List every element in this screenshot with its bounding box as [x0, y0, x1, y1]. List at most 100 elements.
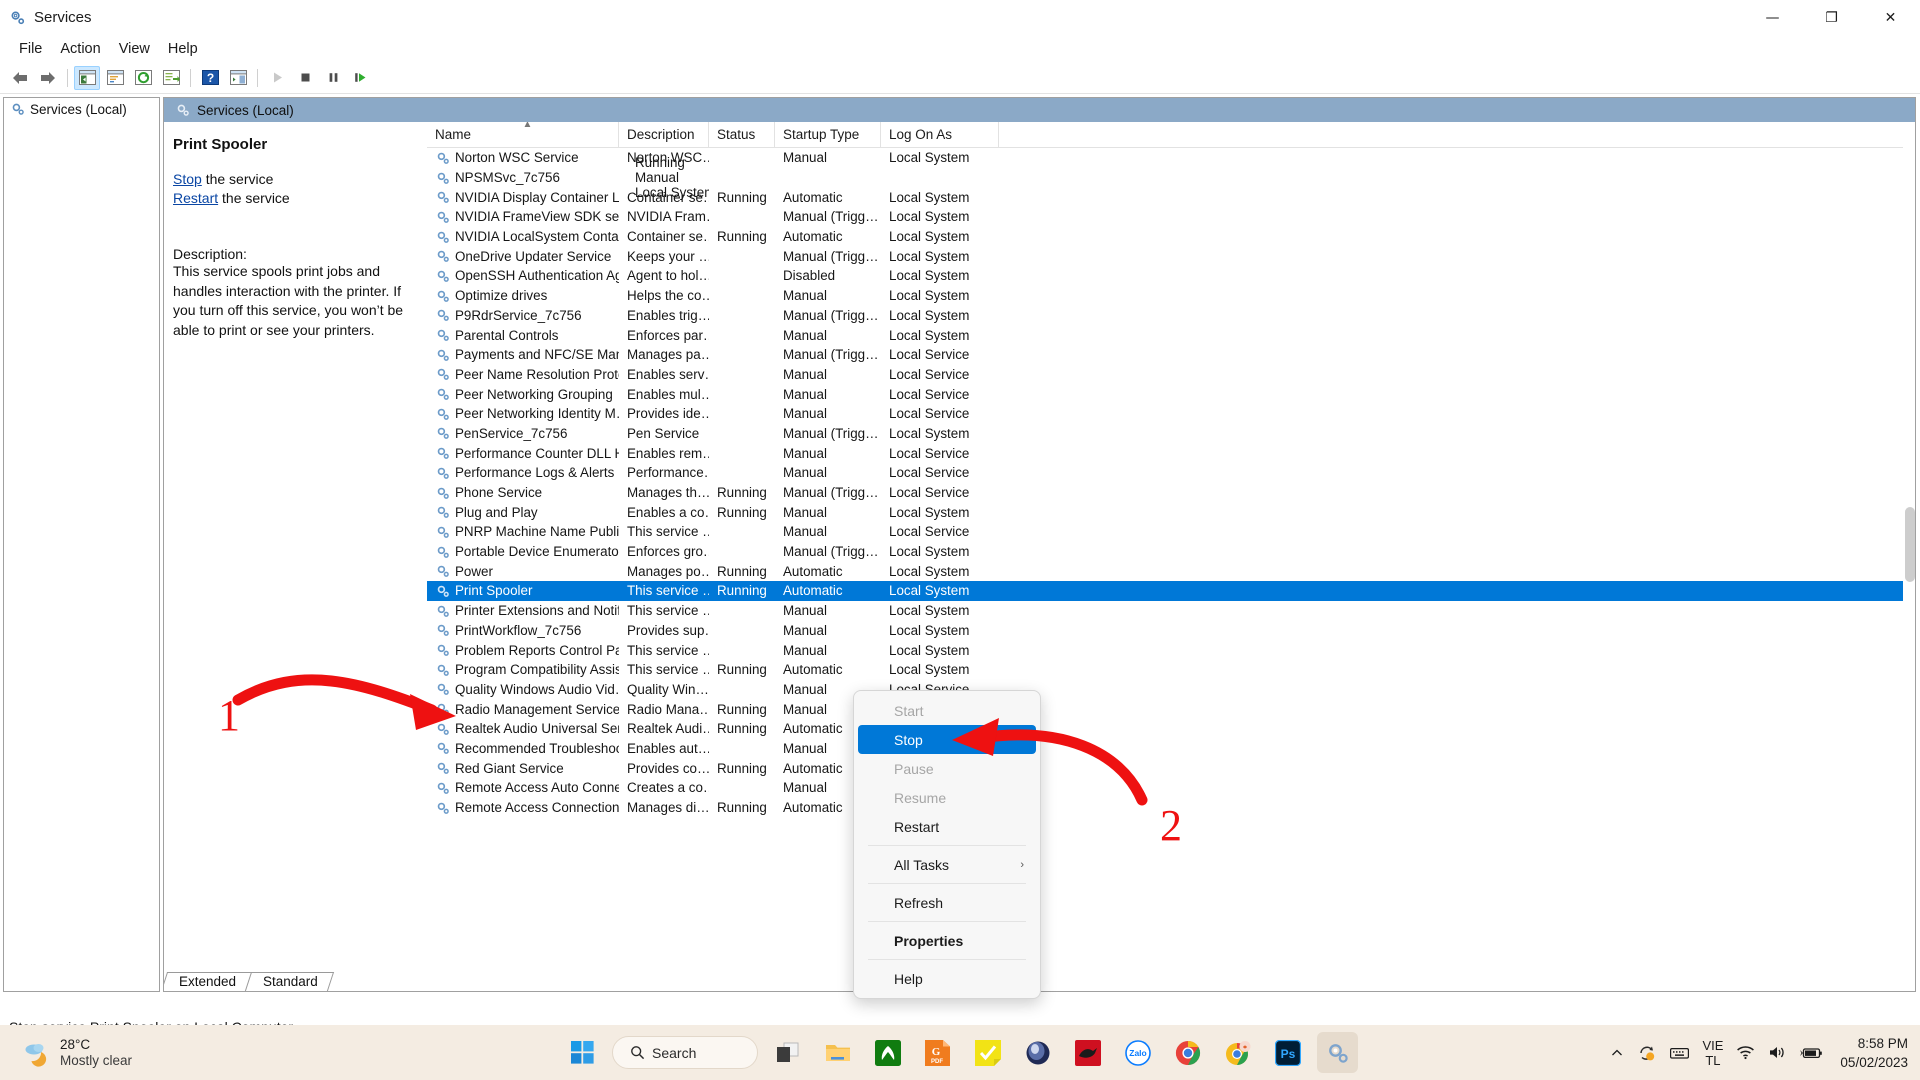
table-row[interactable]: Peer Name Resolution Proto… Enables serv……: [427, 365, 1915, 385]
table-row[interactable]: Radio Management Service Radio Mana… Runni…: [427, 699, 1915, 719]
context-menu-item-properties[interactable]: Properties: [858, 926, 1036, 955]
export-list-icon[interactable]: [158, 66, 184, 90]
table-row[interactable]: NVIDIA Display Container LS Container se……: [427, 187, 1915, 207]
chrome-profile-button[interactable]: [1217, 1032, 1258, 1073]
start-service-icon[interactable]: [264, 66, 290, 90]
menu-view[interactable]: View: [110, 39, 159, 59]
services-list-view[interactable]: ▲ Name Description Status Startup Type L…: [427, 122, 1915, 969]
back-arrow-icon[interactable]: [7, 66, 33, 90]
help-icon[interactable]: ?: [197, 66, 223, 90]
chevron-up-icon[interactable]: [1610, 1046, 1624, 1060]
zalo-button[interactable]: Zalo: [1117, 1032, 1158, 1073]
table-row[interactable]: Portable Device Enumerator … Enforces gro…: [427, 542, 1915, 562]
cell-name: OpenSSH Authentication Ag…: [427, 268, 619, 283]
stop-service-link[interactable]: Stop: [173, 171, 202, 187]
photoshop-button[interactable]: Ps: [1267, 1032, 1308, 1073]
menu-action[interactable]: Action: [51, 39, 109, 59]
column-header-status[interactable]: Status: [709, 122, 775, 147]
battery-charging-icon[interactable]: [1800, 1046, 1823, 1060]
gpdf-button[interactable]: G PDF: [917, 1032, 958, 1073]
column-header-name[interactable]: ▲ Name: [427, 122, 619, 147]
table-row[interactable]: Program Compatibility Assis… This service…: [427, 660, 1915, 680]
service-gear-icon: [437, 270, 449, 282]
table-row[interactable]: Printer Extensions and Notifi… This servi…: [427, 601, 1915, 621]
keyboard-icon[interactable]: [1670, 1046, 1690, 1060]
table-row[interactable]: Recommended Troubleshoo… Enables aut… Manu…: [427, 739, 1915, 759]
clock[interactable]: 8:58 PM 05/02/2023: [1840, 1034, 1908, 1072]
xbox-button[interactable]: [867, 1032, 908, 1073]
table-row[interactable]: Payments and NFC/SE Mana… Manages pa… Manu…: [427, 345, 1915, 365]
table-row[interactable]: Remote Access Auto Connec…Creates a co…M…: [427, 778, 1915, 798]
table-row[interactable]: PenService_7c756 Pen Service Manual (Trigg…: [427, 424, 1915, 444]
column-header-log-on-as[interactable]: Log On As: [881, 122, 999, 147]
menu-help[interactable]: Help: [159, 39, 207, 59]
pause-service-icon[interactable]: [320, 66, 346, 90]
show-hide-console-tree-icon[interactable]: [74, 65, 100, 90]
table-row[interactable]: Remote Access Connection … Manages di… Run…: [427, 798, 1915, 818]
taskbar: 28°C Mostly clear Search G PDF Zalo Ps V…: [0, 1025, 1920, 1080]
table-row[interactable]: PNRP Machine Name Public… This service … M…: [427, 522, 1915, 542]
wifi-icon[interactable]: [1736, 1045, 1755, 1060]
list-vertical-scrollbar[interactable]: [1903, 122, 1915, 969]
service-context-menu[interactable]: Start Stop Pause Resume Restart All Tasks › Ref…: [853, 690, 1041, 999]
context-menu-item-stop[interactable]: Stop: [858, 725, 1036, 754]
start-button[interactable]: [562, 1032, 603, 1073]
table-row[interactable]: Optimize drives Helps the co… Manual Local …: [427, 286, 1915, 306]
context-menu-item-restart[interactable]: Restart: [858, 812, 1036, 841]
forward-arrow-icon[interactable]: [35, 66, 61, 90]
language-indicator[interactable]: VIE TL: [1702, 1038, 1723, 1068]
cinema4d-button[interactable]: [1017, 1032, 1058, 1073]
file-explorer-button[interactable]: [817, 1032, 858, 1073]
table-row[interactable]: NPSMSvc_7c756 Running Manual Local System: [427, 155, 1915, 200]
table-row[interactable]: Realtek Audio Universal Serv… Realtek Aud…: [427, 719, 1915, 739]
show-hide-action-pane-icon[interactable]: [225, 66, 251, 90]
tab-extended[interactable]: Extended: [164, 972, 253, 991]
minimize-button[interactable]: —: [1743, 0, 1802, 36]
table-row[interactable]: Performance Logs & Alerts Performance… Man…: [427, 463, 1915, 483]
table-row[interactable]: Power Manages po… Running Automatic Local Sy…: [427, 561, 1915, 581]
services-taskbar-button[interactable]: [1317, 1032, 1358, 1073]
yellow-check-button[interactable]: [967, 1032, 1008, 1073]
restart-service-link[interactable]: Restart: [173, 190, 218, 206]
table-row[interactable]: Peer Networking Identity M… Provides ide……: [427, 404, 1915, 424]
cell-description: Manages th…: [627, 485, 709, 501]
taskbar-search[interactable]: Search: [612, 1036, 758, 1069]
table-row[interactable]: OneDrive Updater Service Keeps your … Manu…: [427, 246, 1915, 266]
chrome-button[interactable]: [1167, 1032, 1208, 1073]
context-menu-item-refresh[interactable]: Refresh: [858, 888, 1036, 917]
table-row[interactable]: Phone Service Manages th… Running Manual (T…: [427, 483, 1915, 503]
table-row-selected[interactable]: Print Spooler This service … Running Automa…: [427, 581, 1915, 601]
refresh-icon[interactable]: [130, 66, 156, 90]
table-row[interactable]: PrintWorkflow_7c756 Provides sup… Manual Lo…: [427, 621, 1915, 641]
table-row[interactable]: NVIDIA LocalSystem Contain… Container se……: [427, 227, 1915, 247]
menu-file[interactable]: File: [10, 39, 51, 59]
column-header-description[interactable]: Description: [619, 122, 709, 147]
table-row[interactable]: Quality Windows Audio Vid… Quality Win… Ma…: [427, 680, 1915, 700]
table-row[interactable]: OpenSSH Authentication Ag… Agent to hol… D…: [427, 266, 1915, 286]
task-view-button[interactable]: [767, 1032, 808, 1073]
table-row[interactable]: Peer Networking Grouping Enables mul… Manu…: [427, 384, 1915, 404]
context-menu-item-help[interactable]: Help: [858, 964, 1036, 993]
onedrive-sync-icon[interactable]: [1637, 1044, 1657, 1062]
speaker-icon[interactable]: [1768, 1045, 1787, 1060]
context-menu-item-all-tasks[interactable]: All Tasks ›: [858, 850, 1036, 879]
red-dragon-button[interactable]: [1067, 1032, 1108, 1073]
table-row[interactable]: Performance Counter DLL H… Enables rem… Ma…: [427, 443, 1915, 463]
restart-service-icon[interactable]: [348, 66, 374, 90]
scrollbar-thumb[interactable]: [1905, 507, 1915, 582]
column-header-startup-type[interactable]: Startup Type: [775, 122, 881, 147]
table-row[interactable]: Problem Reports Control Pa… This service …: [427, 640, 1915, 660]
tree-node-services-local[interactable]: Services (Local): [4, 98, 159, 120]
table-row[interactable]: Parental Controls Enforces par… Manual Loca…: [427, 325, 1915, 345]
maximize-button[interactable]: ❐: [1802, 0, 1861, 36]
stop-service-icon[interactable]: [292, 66, 318, 90]
table-row[interactable]: Plug and Play Enables a co… Running Manual L…: [427, 502, 1915, 522]
table-row[interactable]: NVIDIA FrameView SDK servi… NVIDIA Fram… M…: [427, 207, 1915, 227]
close-button[interactable]: ✕: [1861, 0, 1920, 36]
cell-log-on-as: Local Service: [889, 524, 970, 540]
properties-icon[interactable]: [102, 66, 128, 90]
table-row[interactable]: P9RdrService_7c756 Enables trig… Manual (T…: [427, 306, 1915, 326]
weather-widget[interactable]: 28°C Mostly clear: [22, 1037, 132, 1069]
table-row[interactable]: Red Giant Service Provides co… Running Auto…: [427, 758, 1915, 778]
tab-standard[interactable]: Standard: [244, 972, 334, 991]
